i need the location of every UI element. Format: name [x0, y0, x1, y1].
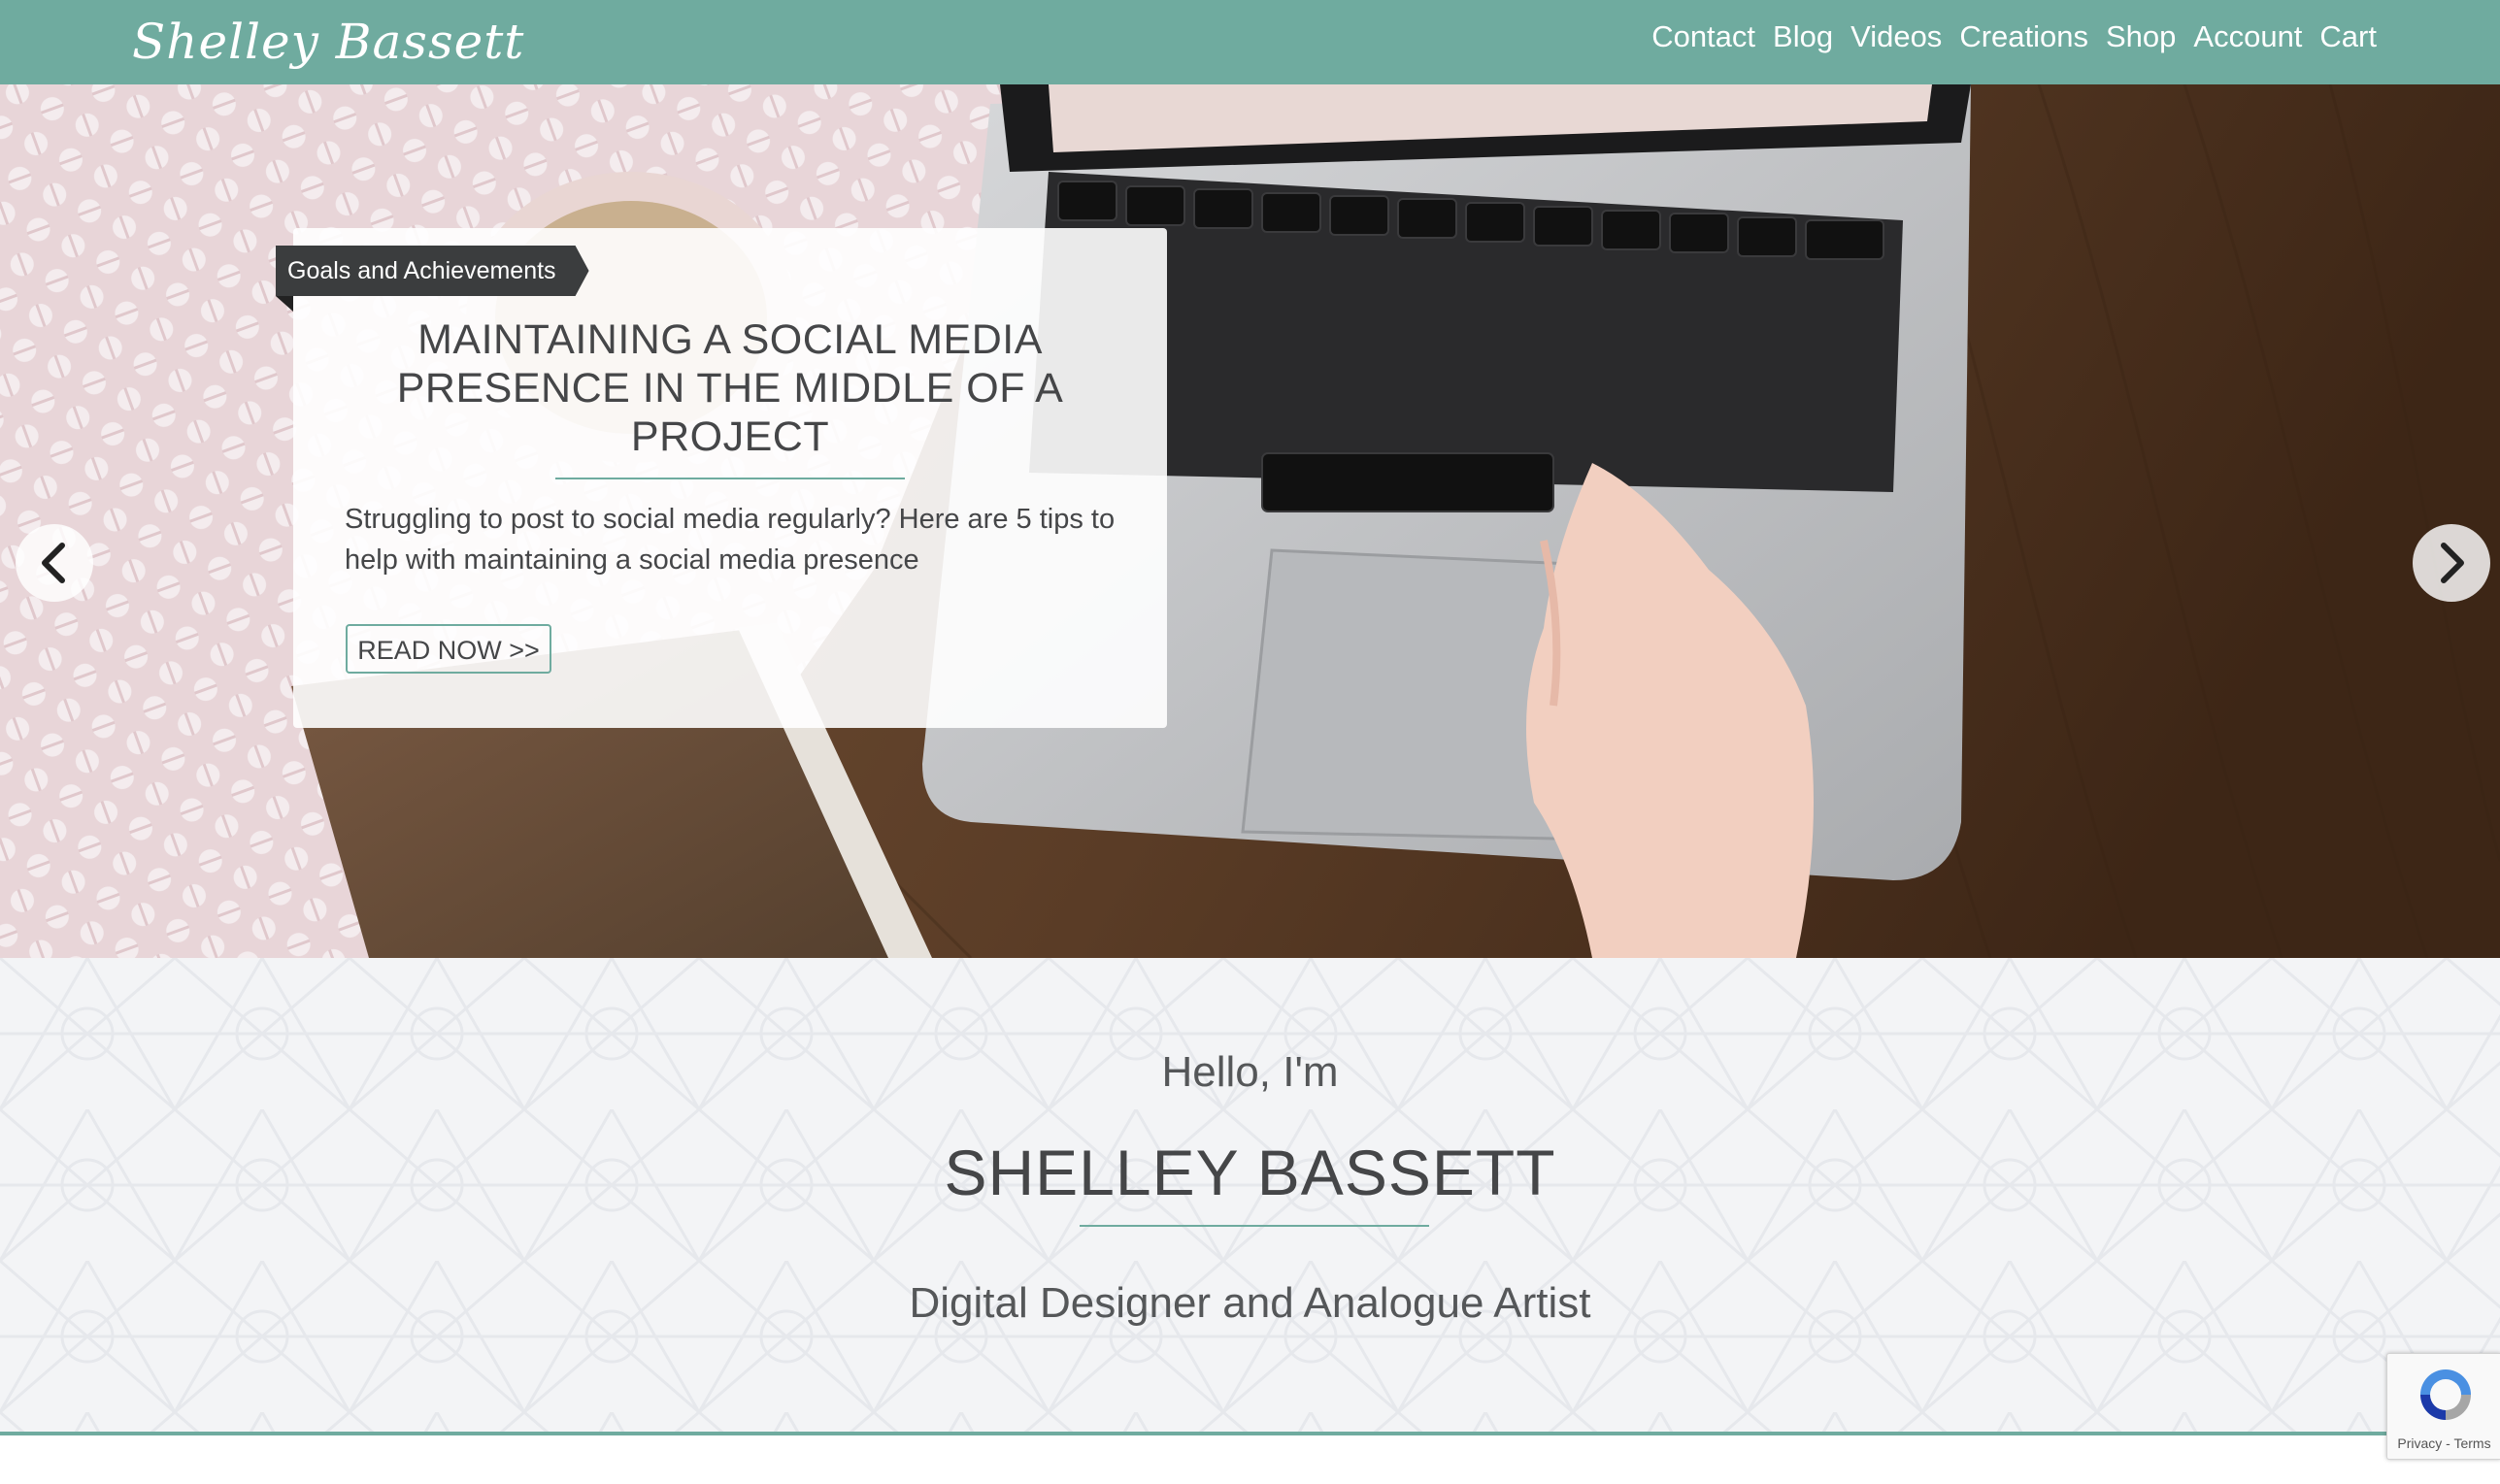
nav-link-account[interactable]: Account: [2184, 17, 2311, 56]
recaptcha-icon: [2420, 1369, 2471, 1420]
intro-tagline: Digital Designer and Analogue Artist: [909, 1279, 1591, 1327]
read-now-button[interactable]: READ NOW >>: [346, 624, 551, 674]
recaptcha-badge[interactable]: Privacy - Terms: [2386, 1353, 2500, 1460]
nav-link-cart[interactable]: Cart: [2311, 17, 2385, 56]
site-header: Shelley Bassett Contact Blog Videos Crea…: [0, 0, 2500, 84]
intro-greeting: Hello, I'm: [1161, 1048, 1339, 1096]
category-ribbon[interactable]: Goals and Achievements: [276, 246, 589, 296]
name-divider: [1080, 1225, 1429, 1227]
nav-link-creations[interactable]: Creations: [1950, 17, 2097, 56]
nav-link-blog[interactable]: Blog: [1764, 17, 1842, 56]
main-nav: Contact Blog Videos Creations Shop Accou…: [1643, 17, 2385, 56]
featured-post-title[interactable]: MAINTAINING A SOCIAL MEDIA PRESENCE IN T…: [342, 315, 1118, 461]
nav-link-videos[interactable]: Videos: [1842, 17, 1950, 56]
chevron-left-icon: [42, 543, 65, 583]
page-footer-area: [0, 1435, 2500, 1484]
intro-name: SHELLEY BASSETT: [944, 1137, 1556, 1208]
category-ribbon-fold: [276, 296, 293, 312]
nav-link-shop[interactable]: Shop: [2097, 17, 2184, 56]
featured-post-excerpt: Struggling to post to social media regul…: [345, 504, 1116, 576]
slider-prev-button[interactable]: [16, 524, 93, 602]
slider-next-button[interactable]: [2413, 524, 2490, 602]
nav-link-contact[interactable]: Contact: [1643, 17, 1764, 56]
recaptcha-links[interactable]: Privacy - Terms: [2387, 1435, 2500, 1451]
site-logo[interactable]: Shelley Bassett: [132, 8, 524, 76]
chevron-right-icon: [2441, 543, 2464, 583]
title-divider: [555, 478, 905, 479]
